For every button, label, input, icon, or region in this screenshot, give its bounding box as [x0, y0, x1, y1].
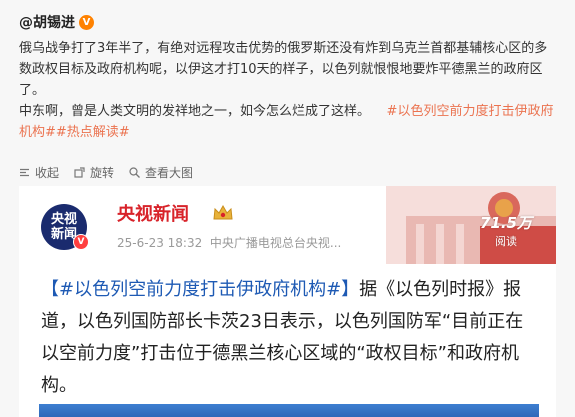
- post-paragraph-2: 中东啊，曾是人类文明的发祥地之一，如今怎么烂成了这样。 #以色列空前力度打击伊政…: [19, 101, 559, 143]
- embed-tag-prefix: 【: [41, 279, 59, 300]
- collapse-button[interactable]: 收起: [18, 164, 59, 181]
- read-count-number: 71.5万: [479, 214, 532, 232]
- zoom-icon: [129, 167, 140, 178]
- read-count: 71.5万 阅读: [480, 212, 532, 249]
- logo-verified-icon: V: [73, 234, 89, 250]
- weibo-post: @胡锡进 V 俄乌战争打了3年半了，有绝对远程攻击优势的俄罗斯还没有炸到乌克兰首…: [0, 0, 575, 417]
- source-name[interactable]: 央视新闻: [117, 200, 189, 226]
- rotate-button[interactable]: 旋转: [73, 164, 114, 181]
- hashtag-link-2[interactable]: #热点解读#: [56, 125, 130, 140]
- rotate-label: 旋转: [90, 166, 115, 180]
- post-paragraph-2-text: 中东啊，曾是人类文明的发祥地之一，如今怎么烂成了这样。: [19, 104, 371, 119]
- embed-header: 央视 新闻 V 央视新闻 25-6-23 18:32 中央广播电视总台央视...…: [19, 186, 556, 264]
- crown-icon: [213, 204, 233, 220]
- embed-tag-suffix: 】: [341, 279, 360, 300]
- view-large-label: 查看大图: [145, 166, 194, 180]
- verified-badge-icon: V: [79, 14, 94, 30]
- source-meta: 25-6-23 18:32 中央广播电视总台央视...: [117, 234, 341, 251]
- post-author: @胡锡进 V: [19, 12, 94, 32]
- embed-body: 【#以色列空前力度打击伊政府机构#】据《以色列时报》报道，以色列国防部长卡茨23…: [41, 274, 541, 402]
- post-date: 25-6-23 18:32: [117, 236, 203, 250]
- logo-line-1: 央视: [50, 212, 77, 227]
- rotate-icon: [74, 167, 85, 178]
- collapse-label: 收起: [35, 166, 60, 180]
- source-desc: 中央广播电视总台央视...: [209, 236, 342, 250]
- view-large-button[interactable]: 查看大图: [128, 164, 193, 181]
- collapse-icon: [20, 168, 29, 177]
- embedded-post-image[interactable]: 央视 新闻 V 央视新闻 25-6-23 18:32 中央广播电视总台央视...…: [19, 186, 556, 417]
- post-text: 俄乌战争打了3年半了，有绝对远程攻击优势的俄罗斯还没有炸到乌克兰首都基辅核心区的…: [19, 38, 559, 143]
- embed-hashtag[interactable]: #以色列空前力度打击伊政府机构#: [59, 279, 341, 300]
- author-name[interactable]: @胡锡进: [19, 12, 75, 32]
- read-count-label: 阅读: [494, 235, 517, 248]
- news-photo: [39, 404, 539, 417]
- image-actions: 收起 旋转 查看大图: [18, 164, 207, 181]
- post-paragraph-1: 俄乌战争打了3年半了，有绝对远程攻击优势的俄罗斯还没有炸到乌克兰首都基辅核心区的…: [19, 41, 548, 98]
